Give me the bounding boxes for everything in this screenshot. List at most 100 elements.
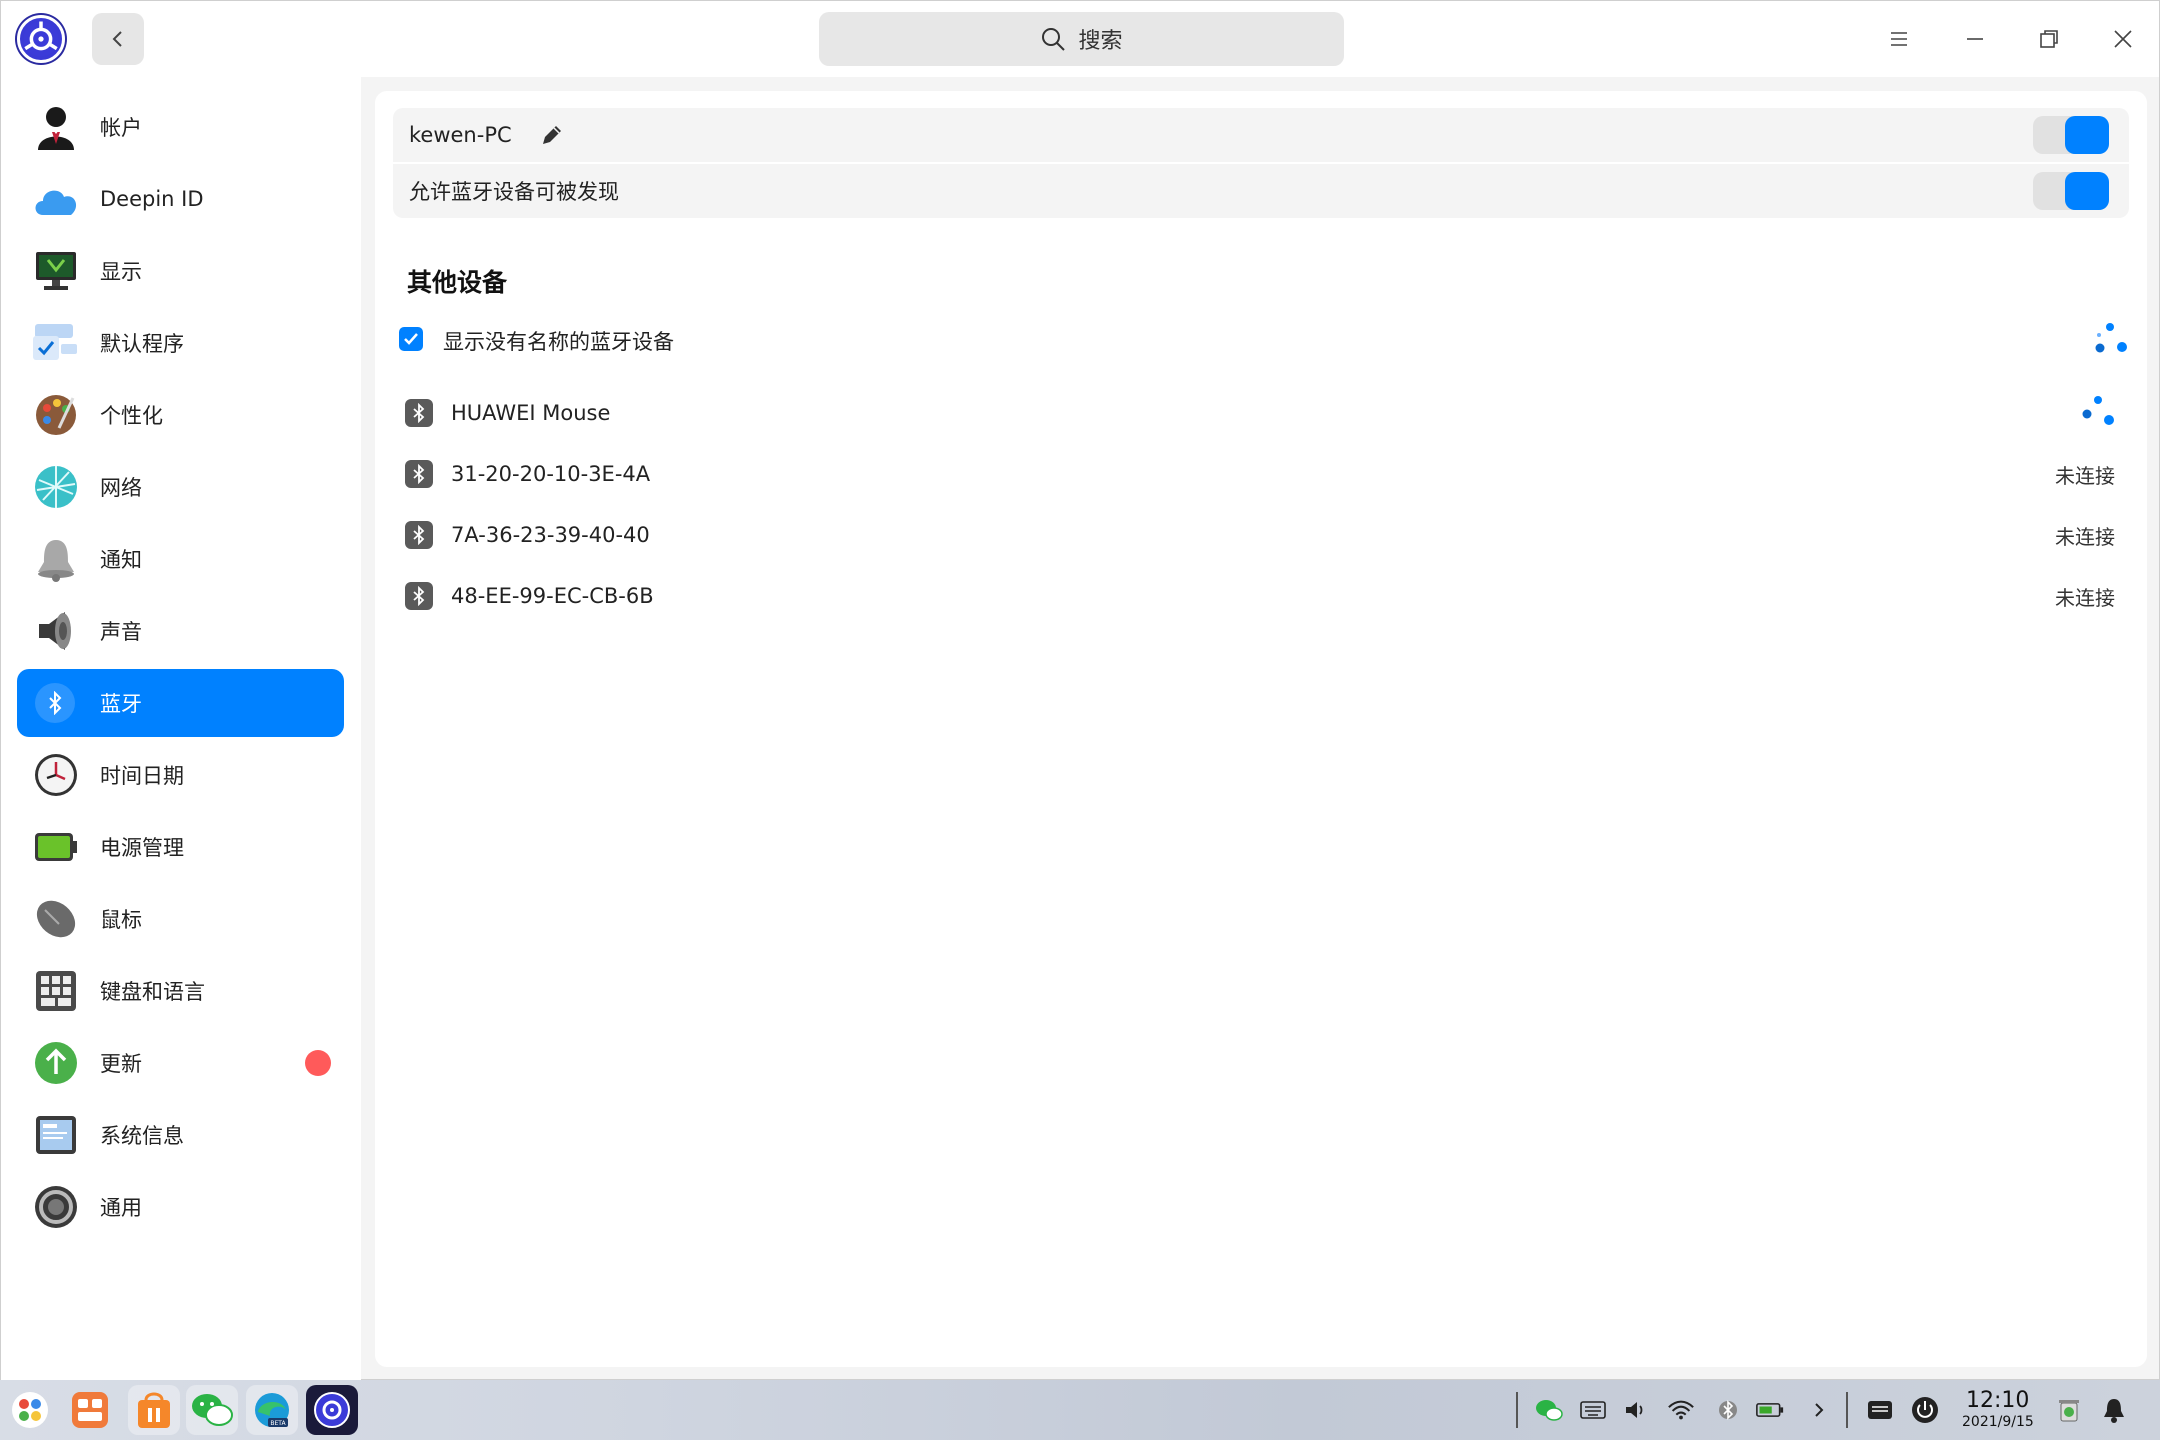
device-name: kewen-PC (409, 123, 512, 147)
sidebar-item-label: 更新 (100, 1052, 142, 1076)
sidebar-item-default-apps[interactable]: 默认程序 (17, 309, 344, 377)
close-button[interactable] (2099, 15, 2147, 63)
restore-icon (2040, 30, 2058, 48)
control-center-window: 搜索 帐户 Deepin ID 显示 默认程序 个性化 网络 通知 声音 蓝牙 … (0, 0, 2160, 1381)
title-bar: 搜索 (1, 1, 2159, 77)
multitask-view-icon[interactable] (64, 1385, 116, 1435)
sidebar-item-label: Deepin ID (100, 187, 204, 211)
notification-bell-icon[interactable] (2100, 1396, 2128, 1424)
checkmark-icon (404, 333, 418, 345)
device-status: 未连接 (2055, 524, 2115, 549)
system-info-icon (31, 1110, 81, 1160)
sidebar-item-label: 默认程序 (100, 332, 184, 356)
sidebar-item-label: 帐户 (100, 116, 142, 140)
search-placeholder: 搜索 (1078, 29, 1123, 54)
expand-tray-icon[interactable] (1805, 1396, 1833, 1424)
user-account-icon (31, 102, 81, 152)
discoverable-row: 允许蓝牙设备可被发现 (393, 164, 2129, 218)
sidebar-item-label: 蓝牙 (100, 692, 142, 716)
connecting-spinner-icon (2082, 396, 2114, 425)
tray-separator (1516, 1392, 1518, 1428)
sidebar-item-update[interactable]: 更新 (17, 1029, 344, 1097)
device-name: 48-EE-99-EC-CB-6B (451, 584, 654, 608)
bluetooth-device-icon (405, 521, 433, 549)
clock-time[interactable]: 12:10 (1966, 1388, 2029, 1413)
launcher-icon[interactable] (4, 1385, 56, 1435)
sidebar-item-label: 通知 (100, 548, 142, 572)
display-monitor-icon (31, 246, 81, 296)
sidebar-item-general[interactable]: 通用 (17, 1173, 344, 1241)
wifi-icon[interactable] (1667, 1396, 1695, 1424)
bluetooth-power-toggle[interactable] (2033, 116, 2109, 154)
sidebar-item-system-info[interactable]: 系统信息 (17, 1101, 344, 1169)
sidebar-item-personalization[interactable]: 个性化 (17, 381, 344, 449)
trash-icon[interactable] (2055, 1396, 2083, 1424)
bluetooth-icon (35, 683, 75, 723)
sidebar-item-label: 声音 (100, 620, 142, 644)
bluetooth-device-icon (405, 399, 433, 427)
bluetooth-settings-panel: kewen-PC 允许蓝牙设备可被发现 其他设备 显示没有名称的蓝牙设备 HUA… (375, 91, 2147, 1367)
sidebar-item-sound[interactable]: 声音 (17, 597, 344, 665)
sidebar-item-display[interactable]: 显示 (17, 237, 344, 305)
speaker-icon (31, 606, 81, 656)
discoverable-toggle[interactable] (2033, 172, 2109, 210)
sidebar-item-account[interactable]: 帐户 (17, 93, 344, 161)
volume-icon[interactable] (1622, 1396, 1650, 1424)
clock-icon (31, 750, 81, 800)
menu-button[interactable] (1875, 15, 1923, 63)
clock-date[interactable]: 2021/9/15 (1962, 1414, 2034, 1430)
sidebar-item-keyboard[interactable]: 键盘和语言 (17, 957, 344, 1025)
update-badge (305, 1050, 331, 1076)
sidebar-item-bluetooth[interactable]: 蓝牙 (17, 669, 344, 737)
bluetooth-tray-icon[interactable] (1714, 1396, 1742, 1424)
device-row[interactable]: 31-20-20-10-3E-4A 未连接 (405, 452, 2115, 496)
device-status: 未连接 (2055, 585, 2115, 610)
sidebar-item-label: 鼠标 (100, 908, 142, 932)
edge-beta-icon[interactable]: BETA (246, 1385, 298, 1435)
sidebar-item-label: 网络 (100, 476, 142, 500)
sidebar-item-label: 通用 (100, 1196, 142, 1220)
wechat-icon[interactable] (186, 1385, 238, 1435)
edit-pencil-icon[interactable] (539, 122, 565, 148)
sidebar-item-label: 键盘和语言 (100, 980, 205, 1004)
app-store-icon[interactable] (128, 1385, 180, 1435)
cloud-icon (31, 174, 81, 224)
keyboard-tray-icon[interactable] (1579, 1396, 1607, 1424)
sidebar-item-label: 时间日期 (100, 764, 184, 788)
close-icon (2114, 30, 2132, 48)
update-arrow-icon (31, 1038, 81, 1088)
wechat-tray-icon[interactable] (1535, 1396, 1563, 1424)
keyboard-icon (31, 966, 81, 1016)
scanning-spinner-icon (2095, 323, 2127, 353)
power-icon[interactable] (1911, 1396, 1939, 1424)
onscreen-keyboard-icon[interactable] (1866, 1396, 1894, 1424)
sidebar-item-label: 显示 (100, 260, 142, 284)
search-icon (1042, 28, 1066, 51)
show-unnamed-label: 显示没有名称的蓝牙设备 (443, 330, 674, 354)
sidebar-item-mouse[interactable]: 鼠标 (17, 885, 344, 953)
search-box[interactable]: 搜索 (819, 12, 1344, 66)
sidebar-item-label: 个性化 (100, 404, 163, 428)
device-name: HUAWEI Mouse (451, 401, 611, 425)
toggle-knob (2065, 116, 2109, 154)
device-row[interactable]: 48-EE-99-EC-CB-6B 未连接 (405, 574, 2115, 618)
sidebar-item-datetime[interactable]: 时间日期 (17, 741, 344, 809)
back-button[interactable] (92, 13, 144, 65)
sidebar-item-deepin-id[interactable]: Deepin ID (17, 165, 344, 233)
palette-icon (31, 390, 81, 440)
maximize-button[interactable] (2025, 15, 2073, 63)
bluetooth-device-icon (405, 582, 433, 610)
bell-icon (31, 534, 81, 584)
control-center-icon[interactable] (306, 1385, 358, 1435)
other-devices-title: 其他设备 (407, 268, 508, 297)
battery-icon (31, 822, 81, 872)
device-row[interactable]: HUAWEI Mouse (405, 391, 2115, 435)
sidebar-item-notification[interactable]: 通知 (17, 525, 344, 593)
show-unnamed-checkbox[interactable] (399, 327, 423, 351)
battery-tray-icon[interactable] (1756, 1396, 1784, 1424)
minimize-button[interactable] (1951, 15, 1999, 63)
device-row[interactable]: 7A-36-23-39-40-40 未连接 (405, 513, 2115, 557)
sidebar-item-power[interactable]: 电源管理 (17, 813, 344, 881)
svg-text:BETA: BETA (270, 1420, 286, 1427)
sidebar-item-network[interactable]: 网络 (17, 453, 344, 521)
